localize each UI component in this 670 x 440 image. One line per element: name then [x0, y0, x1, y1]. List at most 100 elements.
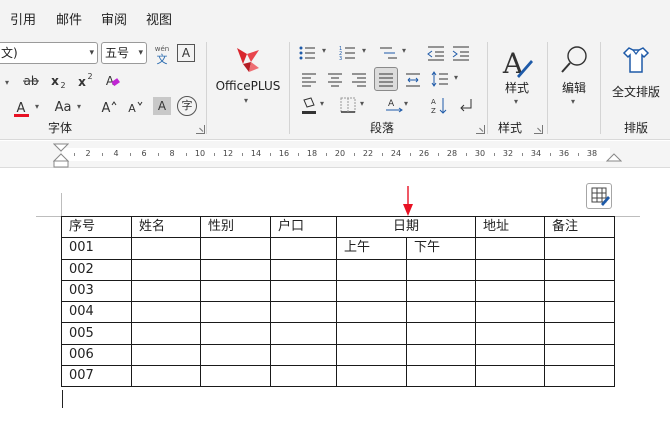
- chevron-down-icon[interactable]: ▾: [454, 73, 458, 82]
- align-right-button[interactable]: [350, 70, 368, 88]
- chevron-down-icon[interactable]: ▾: [77, 102, 81, 111]
- row-index-cell[interactable]: 001: [61, 237, 132, 260]
- clear-formatting-button[interactable]: A: [102, 71, 122, 91]
- align-left-button[interactable]: [300, 70, 318, 88]
- font-name-select[interactable]: 文) ▾: [0, 42, 98, 64]
- header-cell-index[interactable]: 序号: [61, 215, 132, 239]
- right-indent-marker-icon[interactable]: [606, 153, 622, 165]
- indent-marker-icon[interactable]: [53, 141, 69, 168]
- chevron-down-icon[interactable]: ▾: [402, 46, 406, 55]
- line-spacing-button[interactable]: [431, 70, 449, 88]
- table-cell[interactable]: [405, 365, 477, 388]
- sort-button[interactable]: A Z: [430, 96, 448, 116]
- increase-indent-button[interactable]: [452, 44, 470, 62]
- table-cell[interactable]: [544, 237, 616, 260]
- horizontal-ruler[interactable]: 2 4 6 8 10 12 14 16 18 20 22 24 26 28 30 32 34 36 38: [0, 141, 670, 168]
- table-cell[interactable]: [405, 301, 477, 324]
- styles-button[interactable]: A 样式 ▾: [496, 42, 538, 114]
- chevron-down-icon[interactable]: ▾: [320, 99, 324, 108]
- menu-mailings[interactable]: 邮件: [56, 12, 82, 30]
- table-cell[interactable]: [270, 237, 337, 260]
- table-cell[interactable]: [336, 343, 407, 367]
- enclose-characters-button[interactable]: 字: [177, 96, 197, 116]
- phonetic-guide-button[interactable]: wén 文: [152, 42, 172, 66]
- table-cell[interactable]: [544, 301, 616, 324]
- superscript-button[interactable]: x 2: [75, 71, 95, 91]
- chevron-down-icon[interactable]: ▾: [362, 46, 366, 55]
- table-cell[interactable]: [336, 258, 407, 281]
- row-index-cell[interactable]: 005: [61, 322, 132, 345]
- subscript-button[interactable]: x 2: [48, 71, 68, 91]
- table-cell[interactable]: [200, 258, 271, 281]
- table-cell[interactable]: [405, 343, 477, 367]
- chevron-down-icon[interactable]: ▾: [360, 99, 364, 108]
- font-dialog-launcher-icon[interactable]: [196, 125, 205, 134]
- editing-button[interactable]: 编辑 ▾: [554, 42, 594, 114]
- header-cell-notes[interactable]: 备注: [544, 215, 616, 239]
- table-cell[interactable]: [336, 301, 407, 324]
- borders-button[interactable]: [339, 96, 357, 114]
- header-cell-address[interactable]: 地址: [475, 215, 546, 239]
- chevron-down-icon[interactable]: ▾: [322, 46, 326, 55]
- font-size-select[interactable]: 五号 ▾: [101, 42, 147, 64]
- table-cell[interactable]: [475, 322, 546, 345]
- paragraph-dialog-launcher-icon[interactable]: [476, 125, 485, 134]
- character-shading-button[interactable]: A: [153, 97, 171, 115]
- table-cell[interactable]: [131, 365, 201, 388]
- table-cell[interactable]: [200, 322, 271, 345]
- table-cell[interactable]: [270, 343, 337, 367]
- align-center-button[interactable]: [326, 70, 344, 88]
- chevron-down-icon[interactable]: ▾: [404, 99, 408, 108]
- table-cell[interactable]: [475, 237, 546, 260]
- table-cell[interactable]: [544, 343, 616, 367]
- table-cell[interactable]: [544, 365, 616, 388]
- header-cell-date[interactable]: 日期: [335, 215, 477, 239]
- date-am-cell[interactable]: 上午: [336, 237, 407, 260]
- table-cell[interactable]: [475, 279, 546, 303]
- row-index-cell[interactable]: 003: [61, 279, 132, 303]
- strikethrough-button[interactable]: ab: [20, 71, 42, 91]
- table-cell[interactable]: [131, 237, 201, 260]
- shrink-font-button[interactable]: A: [124, 97, 144, 117]
- header-cell-gender[interactable]: 性别: [200, 215, 271, 239]
- table-cell[interactable]: [544, 279, 616, 303]
- numbering-button[interactable]: 1 2 3: [338, 44, 360, 62]
- show-hide-marks-button[interactable]: [457, 96, 475, 116]
- header-cell-name[interactable]: 姓名: [131, 215, 201, 239]
- row-index-cell[interactable]: 002: [61, 258, 132, 281]
- table-cell[interactable]: [544, 258, 616, 281]
- table-cell[interactable]: [200, 279, 271, 303]
- chinese-layout-button[interactable]: A: [384, 96, 404, 116]
- table-cell[interactable]: [200, 365, 271, 388]
- chevron-down-icon[interactable]: ▾: [35, 102, 39, 111]
- table-cell[interactable]: [131, 343, 201, 367]
- styles-dialog-launcher-icon[interactable]: [534, 125, 543, 134]
- officeplus-button[interactable]: OfficePLUS ▾: [213, 40, 283, 114]
- font-color-button[interactable]: A: [12, 98, 32, 120]
- font-row2-caret[interactable]: ▾: [2, 73, 12, 92]
- grow-font-button[interactable]: A: [98, 97, 118, 117]
- table-cell[interactable]: [405, 258, 477, 281]
- distributed-button[interactable]: [404, 70, 422, 88]
- row-index-cell[interactable]: 007: [61, 365, 132, 388]
- table-cell[interactable]: [270, 365, 337, 388]
- shading-button[interactable]: [300, 96, 318, 116]
- table-cell[interactable]: [336, 279, 407, 303]
- table-cell[interactable]: [405, 279, 477, 303]
- header-cell-household[interactable]: 户口: [270, 215, 337, 239]
- row-index-cell[interactable]: 006: [61, 343, 132, 367]
- date-pm-cell[interactable]: 下午: [405, 237, 477, 260]
- table-cell[interactable]: [270, 301, 337, 324]
- row-index-cell[interactable]: 004: [61, 301, 132, 324]
- character-border-button[interactable]: A: [177, 44, 195, 62]
- table-cell[interactable]: [336, 365, 407, 388]
- menu-references[interactable]: 引用: [10, 12, 36, 30]
- menu-review[interactable]: 审阅: [101, 12, 127, 30]
- multilevel-list-button[interactable]: [378, 44, 400, 62]
- table-cell[interactable]: [200, 301, 271, 324]
- table-properties-button[interactable]: [586, 183, 612, 209]
- justify-button[interactable]: [374, 67, 398, 91]
- table-cell[interactable]: [475, 301, 546, 324]
- table-cell[interactable]: [336, 322, 407, 345]
- decrease-indent-button[interactable]: [427, 44, 445, 62]
